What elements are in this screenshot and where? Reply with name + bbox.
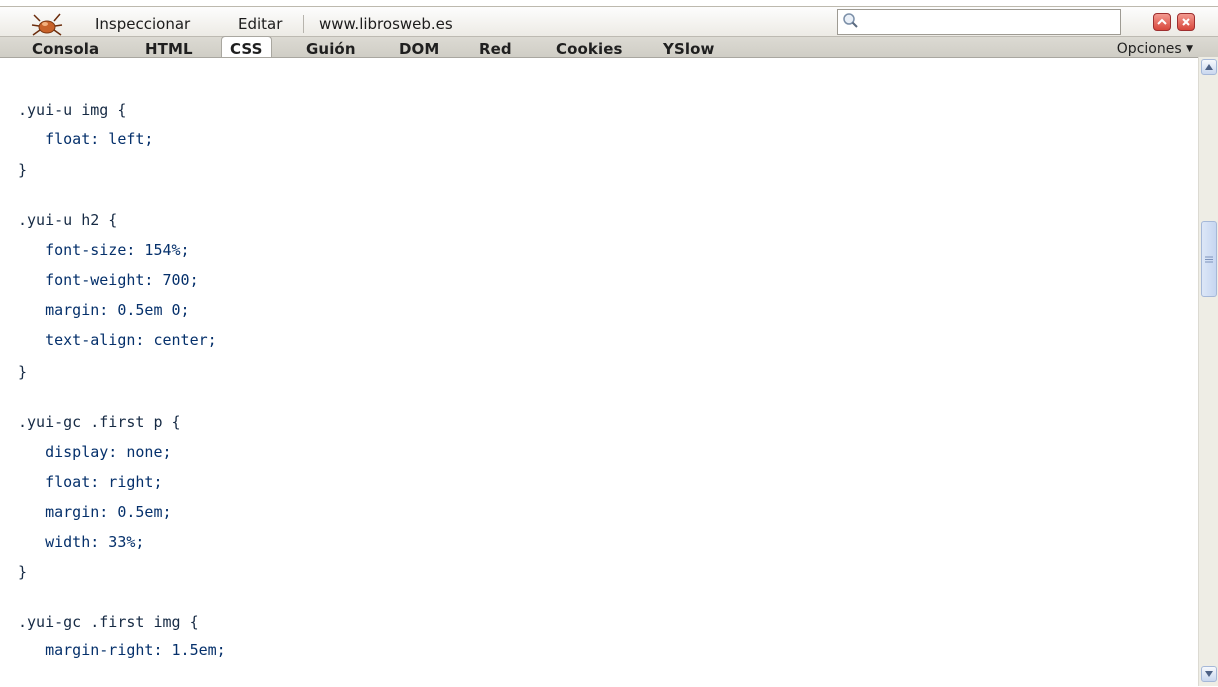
menu-inspeccionar[interactable]: Inspeccionar (95, 15, 190, 33)
firebug-bug-icon[interactable] (30, 11, 64, 37)
tab-red[interactable]: Red (479, 38, 512, 57)
tab-consola[interactable]: Consola (32, 38, 99, 57)
firebug-command-bar: Inspeccionar Editar www.librosweb.es (0, 6, 1218, 37)
close-button[interactable] (1177, 13, 1195, 31)
vertical-scrollbar[interactable] (1198, 57, 1218, 686)
css-declaration: font-weight: 700; (18, 271, 199, 289)
tab-guion[interactable]: Guión (306, 38, 356, 57)
search-box[interactable] (837, 9, 1121, 35)
panel-tabs: Consola HTML CSS Guión DOM Red Cookies Y… (0, 36, 1218, 57)
scroll-thumb[interactable] (1201, 221, 1217, 297)
scroll-down-arrow-icon (1205, 671, 1213, 677)
minimize-button[interactable] (1153, 13, 1171, 31)
css-declaration: display: none; (18, 443, 172, 461)
rule-close-brace: } (18, 161, 28, 179)
scroll-grip-icon (1205, 256, 1213, 262)
menu-separator (303, 15, 304, 33)
css-selector: .yui-gc .first img { (18, 613, 199, 631)
rule-close-brace: } (18, 563, 28, 581)
css-code-pane[interactable]: .yui-u img { float: left;} .yui-u h2 { fo… (0, 57, 1198, 687)
scroll-up-arrow-icon (1205, 64, 1213, 70)
search-input[interactable] (862, 12, 1120, 34)
options-label: Opciones (1116, 41, 1182, 57)
css-selector: .yui-gc .first p { (18, 413, 181, 431)
css-declaration: font-size: 154%; (18, 241, 190, 259)
minimize-icon (1157, 18, 1167, 25)
scroll-up-button[interactable] (1201, 59, 1217, 75)
scroll-down-button[interactable] (1201, 666, 1217, 682)
css-declaration: float: right; (18, 473, 163, 491)
tab-dom[interactable]: DOM (399, 38, 439, 57)
css-declaration: margin-right: 1.5em; (18, 641, 226, 659)
dropdown-arrow-icon: ▼ (1186, 44, 1193, 54)
css-selector: .yui-u img { (18, 101, 127, 119)
rule-close-brace: } (18, 363, 28, 381)
css-declaration: margin: 0.5em; (18, 503, 172, 521)
css-declaration: margin: 0.5em 0; (18, 301, 190, 319)
breadcrumb-url[interactable]: www.librosweb.es (319, 15, 453, 33)
css-declaration: text-align: center; (18, 331, 217, 349)
options-menu[interactable]: Opciones ▼ (1117, 39, 1193, 57)
firebug-toolbar: Inspeccionar Editar www.librosweb.es Con… (0, 0, 1218, 57)
close-icon (1182, 18, 1190, 26)
css-selector: .yui-u h2 { (18, 211, 118, 229)
css-declaration: width: 33%; (18, 533, 145, 551)
css-declaration: float: left; (18, 130, 154, 148)
tab-css[interactable]: CSS (221, 36, 272, 57)
tab-cookies[interactable]: Cookies (556, 38, 623, 57)
tab-html[interactable]: HTML (145, 38, 193, 57)
tab-yslow[interactable]: YSlow (663, 38, 714, 57)
menu-editar[interactable]: Editar (238, 15, 282, 33)
